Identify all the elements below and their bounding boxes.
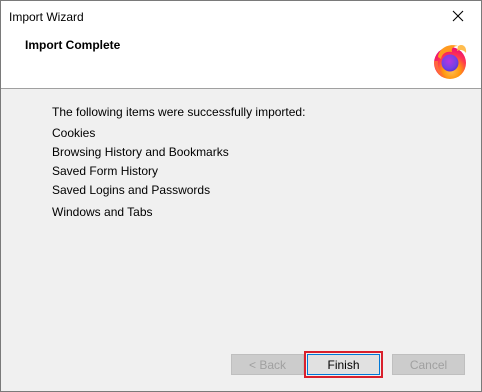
- page-heading: Import Complete: [25, 38, 121, 52]
- wizard-header: Import Complete: [1, 31, 481, 89]
- imported-item-history-bookmarks: Browsing History and Bookmarks: [52, 145, 229, 159]
- imported-item-cookies: Cookies: [52, 126, 96, 140]
- imported-item-form-history: Saved Form History: [52, 164, 159, 178]
- close-button[interactable]: [435, 1, 481, 31]
- window-title: Import Wizard: [9, 10, 84, 24]
- summary-intro-text: The following items were successfully im…: [52, 105, 306, 119]
- title-bar: Import Wizard: [1, 1, 481, 31]
- firefox-logo-icon: [434, 44, 467, 79]
- imported-item-windows-tabs: Windows and Tabs: [52, 205, 153, 219]
- finish-button[interactable]: Finish: [304, 351, 383, 378]
- import-wizard-dialog: Import Wizard Import Complete The follow…: [0, 0, 482, 392]
- close-icon: [452, 10, 464, 22]
- back-button[interactable]: < Back: [231, 354, 304, 375]
- cancel-button[interactable]: Cancel: [392, 354, 465, 375]
- imported-item-logins-passwords: Saved Logins and Passwords: [52, 183, 211, 197]
